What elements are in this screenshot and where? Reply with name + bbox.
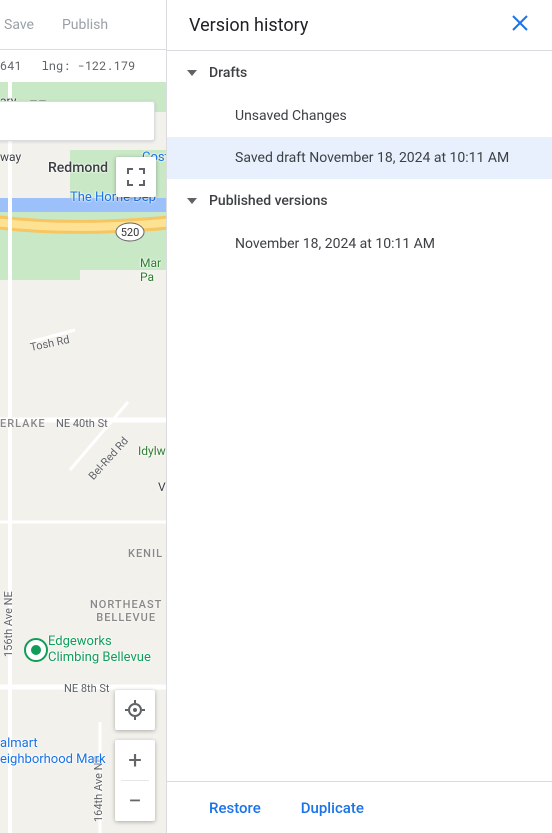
toolbar: Save Publish xyxy=(0,0,166,50)
my-location-button[interactable] xyxy=(115,690,155,730)
section-drafts-title: Drafts xyxy=(209,65,247,81)
save-button[interactable]: Save xyxy=(4,17,34,33)
map-way-label: way xyxy=(0,150,21,164)
close-button[interactable] xyxy=(510,13,530,37)
chevron-down-icon xyxy=(187,198,197,204)
poi-edgeworks-label: Edgeworks Climbing Bellevue xyxy=(48,634,151,665)
road-156-label: 156th Ave NE xyxy=(2,591,15,657)
crosshair-icon xyxy=(125,700,145,720)
section-published-toggle[interactable]: Published versions xyxy=(167,179,552,223)
svg-text:520: 520 xyxy=(121,226,140,239)
section-published-title: Published versions xyxy=(209,193,328,209)
map-search-input[interactable] xyxy=(0,101,155,141)
fullscreen-icon xyxy=(127,168,145,186)
zoom-out-button[interactable]: − xyxy=(115,781,155,821)
restore-button[interactable]: Restore xyxy=(209,799,261,817)
version-history-panel: Version history Drafts Unsaved Changes S… xyxy=(167,0,552,833)
road-ne40-label: NE 40th St xyxy=(56,417,108,430)
map-city-label: Redmond xyxy=(48,160,108,176)
duplicate-button[interactable]: Duplicate xyxy=(301,799,364,817)
version-item[interactable]: Saved draft November 18, 2024 at 10:11 A… xyxy=(167,137,552,179)
chevron-down-icon xyxy=(187,70,197,76)
hwy-520-shield: 520 xyxy=(115,222,145,242)
zoom-in-button[interactable]: + xyxy=(115,740,155,780)
poi-walmart-label: almart eighborhood Mark xyxy=(0,736,106,767)
poi-marker-edgeworks[interactable] xyxy=(24,638,48,662)
fullscreen-button[interactable] xyxy=(116,157,156,197)
section-drafts-toggle[interactable]: Drafts xyxy=(167,51,552,95)
neigh-kenil: KENIL xyxy=(128,547,163,560)
coord-lng: -122.179 xyxy=(78,58,136,74)
coords-bar: 641 lng: -122.179 xyxy=(0,50,166,82)
publish-button[interactable]: Publish xyxy=(62,17,108,33)
map-park-label: Mar Pa xyxy=(140,256,161,284)
neigh-ne-bellevue: NORTHEAST BELLEVUE xyxy=(90,598,162,624)
version-item[interactable]: Unsaved Changes xyxy=(167,95,552,137)
panel-title: Version history xyxy=(189,15,308,36)
neigh-overlake: ERLAKE xyxy=(0,417,46,430)
map-idylwood-label: Idylw xyxy=(138,444,166,458)
map-canvas[interactable]: ary Redmond way The Home Dep Cost 520 Ma… xyxy=(0,82,167,833)
version-item[interactable]: November 18, 2024 at 10:11 AM xyxy=(167,223,552,265)
map-v-label: V xyxy=(158,480,166,494)
road-ne8-label: NE 8th St xyxy=(64,682,110,695)
close-icon xyxy=(510,13,530,33)
coord-lat: 641 xyxy=(0,58,22,74)
